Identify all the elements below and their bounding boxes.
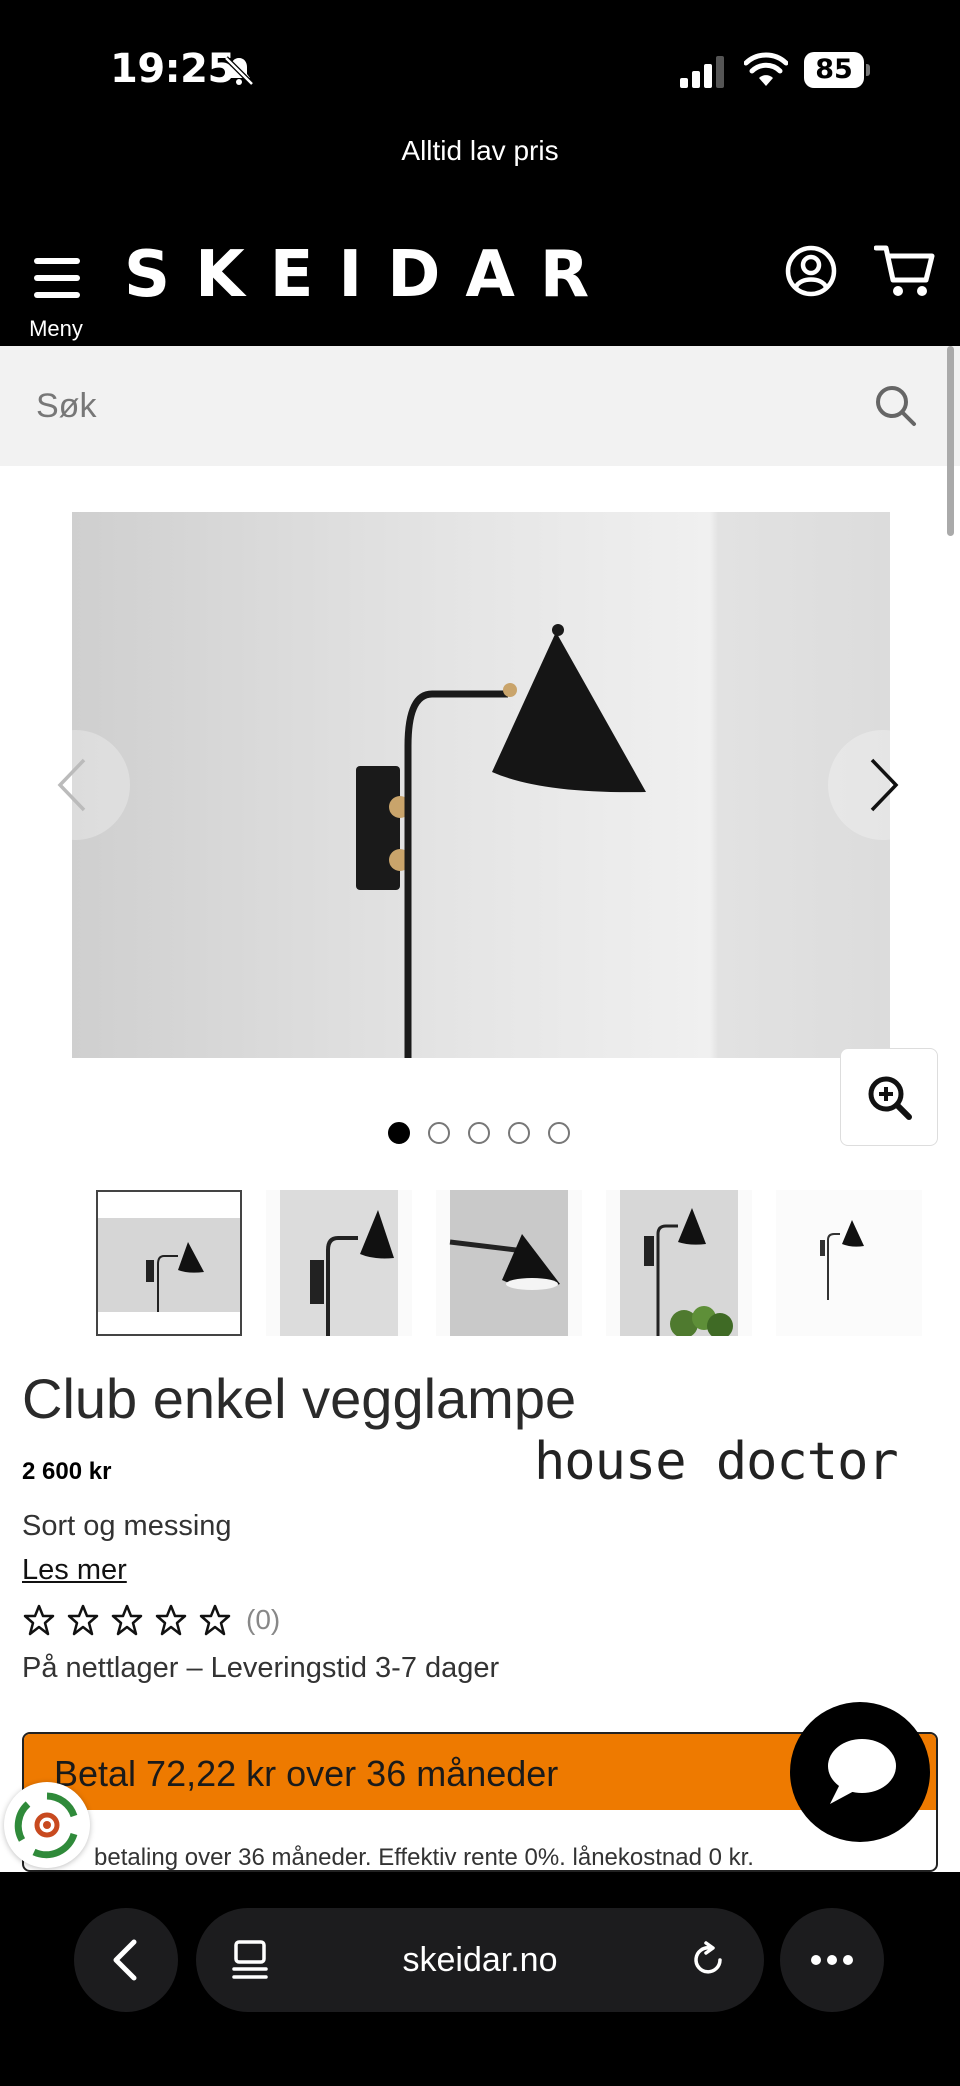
star-icon	[23, 1604, 55, 1636]
review-count: (0)	[246, 1604, 281, 1635]
chat-bubble-icon	[828, 1739, 896, 1804]
more-options-button[interactable]	[780, 1908, 884, 2012]
thumbnail-2[interactable]	[266, 1190, 412, 1336]
thumbnail-3[interactable]	[436, 1190, 582, 1336]
thumbnail-image	[436, 1190, 582, 1336]
stock-status: På nettlager – Leveringstid 3-7 dager	[22, 1652, 500, 1684]
account-icon[interactable]	[784, 244, 838, 298]
gallery-dots	[388, 1122, 578, 1146]
rating-stars[interactable]: (0)	[22, 1602, 280, 1638]
zoom-button[interactable]	[840, 1048, 938, 1146]
gallery-dot-4[interactable]	[508, 1122, 530, 1144]
wifi-icon	[744, 52, 788, 86]
read-more-link[interactable]: Les mer	[22, 1554, 127, 1587]
chevron-right-icon	[870, 758, 899, 812]
search-icon[interactable]	[874, 384, 918, 428]
brand-logo[interactable]: house doctor	[534, 1432, 899, 1492]
recycle-badge[interactable]	[4, 1782, 90, 1868]
more-icon	[811, 1955, 853, 1965]
product-image[interactable]	[72, 512, 890, 1058]
scrollbar[interactable]	[947, 346, 954, 536]
site-header: Meny SKEIDAR	[0, 228, 960, 346]
url-text: skeidar.no	[402, 1941, 558, 1979]
gallery-prev-button[interactable]	[20, 730, 130, 840]
battery-level: 85	[804, 52, 864, 88]
browser-back-button[interactable]	[74, 1908, 178, 2012]
site-logo[interactable]: SKEIDAR	[124, 238, 614, 312]
gallery-dot-3[interactable]	[468, 1122, 490, 1144]
battery-tip	[866, 64, 870, 76]
signal-icon	[680, 56, 724, 88]
battery-icon: 85	[804, 52, 870, 88]
menu-icon	[34, 258, 80, 298]
thumbnail-4[interactable]	[606, 1190, 752, 1336]
gallery-dot-1[interactable]	[388, 1122, 410, 1144]
promo-text: Alltid lav pris	[401, 135, 559, 166]
tabs-icon[interactable]	[230, 1938, 270, 1982]
chevron-left-icon	[57, 758, 86, 812]
star-icon	[111, 1604, 143, 1636]
financing-body: betaling over 36 måneder. Effektiv rente…	[94, 1844, 754, 1871]
gallery-dot-5[interactable]	[548, 1122, 570, 1144]
star-icon	[199, 1604, 231, 1636]
thumbnail-image	[606, 1190, 752, 1336]
star-icon	[155, 1604, 187, 1636]
bell-slash-icon	[224, 56, 254, 86]
search-bar	[0, 346, 960, 466]
address-bar[interactable]: skeidar.no	[196, 1908, 764, 2012]
thumbnail-image	[266, 1190, 412, 1336]
chat-button[interactable]	[790, 1702, 930, 1842]
status-bar: 19:25 85	[0, 0, 960, 118]
menu-label: Meny	[29, 316, 83, 341]
menu-button[interactable]: Meny	[20, 244, 92, 341]
status-time: 19:25	[110, 46, 235, 92]
product-price: 2 600 kr	[22, 1458, 112, 1485]
back-icon	[113, 1939, 137, 1981]
star-icon	[67, 1604, 99, 1636]
thumbnail-image	[98, 1192, 240, 1334]
promo-bar: Alltid lav pris	[0, 118, 960, 228]
thumbnail-5[interactable]	[776, 1190, 922, 1336]
reload-icon[interactable]	[688, 1940, 728, 1980]
recycle-icon	[14, 1792, 78, 1859]
gallery-dot-2[interactable]	[428, 1122, 450, 1144]
search-input[interactable]	[36, 376, 856, 436]
cart-icon[interactable]	[874, 242, 936, 300]
thumbnail-1[interactable]	[96, 1190, 242, 1336]
product-variant: Sort og messing	[22, 1510, 232, 1542]
wall-lamp-photo	[72, 512, 890, 1058]
product-title: Club enkel vegglampe	[22, 1367, 577, 1430]
gallery-next-button[interactable]	[828, 730, 938, 840]
zoom-in-icon	[868, 1076, 912, 1120]
thumbnail-image	[776, 1190, 922, 1336]
